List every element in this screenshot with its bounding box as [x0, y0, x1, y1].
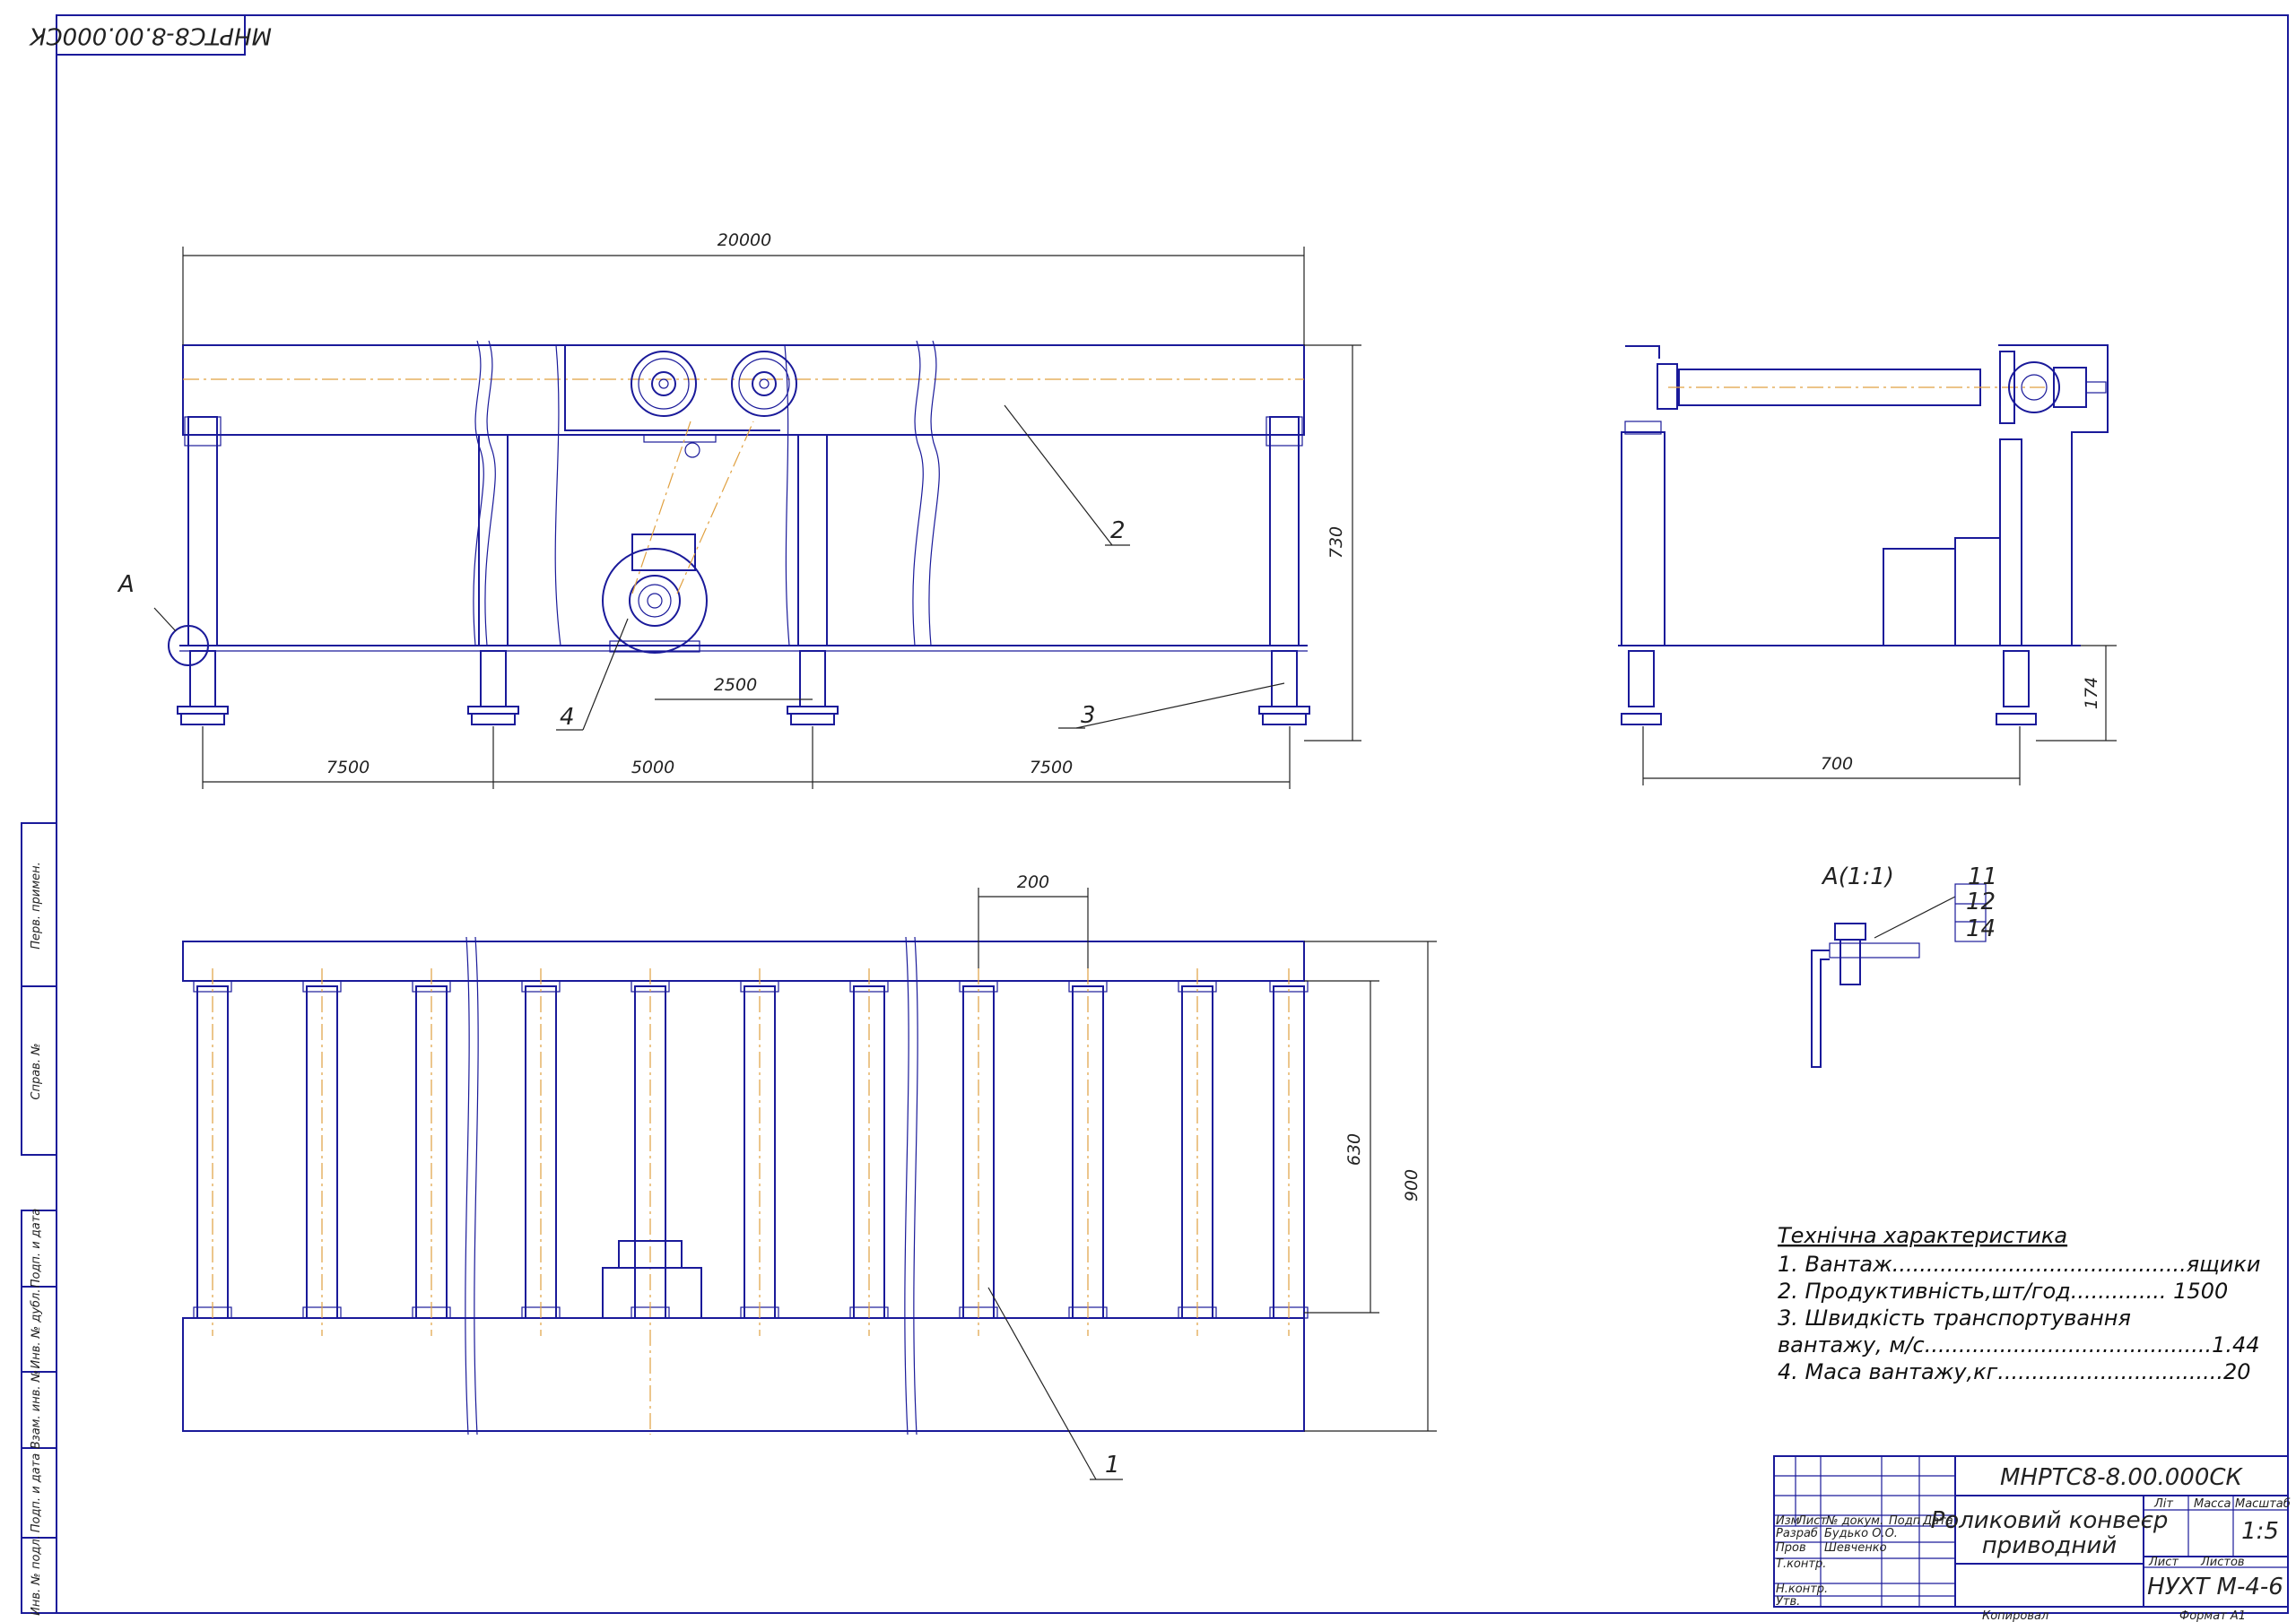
title-hdr-date: Дата — [1922, 1514, 1953, 1528]
dim-overall-length-text: 20000 — [718, 230, 771, 250]
dim-spans: 7500 5000 7500 — [202, 726, 1291, 789]
position-14: 14 — [1966, 915, 1996, 942]
title-name-line-2: приводний — [1982, 1532, 2117, 1559]
title-col-scale: Масштаб — [2235, 1497, 2291, 1511]
roller — [1178, 968, 1217, 1336]
dim-roller-length: 630 — [1304, 980, 1379, 1314]
title-col-lit: Літ — [2153, 1497, 2173, 1511]
roller — [302, 968, 342, 1336]
plan-view: 200 630 900 1 — [182, 872, 1437, 1480]
dim-leg-height: 174 — [2036, 645, 2117, 742]
position-12: 12 — [1966, 889, 1996, 915]
side-stamp-orig-inv: Инв. № подл. — [30, 1535, 43, 1616]
dim-span-mid-text: 5000 — [631, 758, 674, 777]
position-4: 4 — [560, 704, 575, 731]
dim-roller-pitch: 200 — [978, 872, 1089, 968]
title-hdr-list: Лист — [1796, 1514, 1827, 1528]
roller — [959, 968, 998, 1336]
dim-span-left-text: 7500 — [326, 758, 370, 777]
title-role-dev: Разраб — [1776, 1527, 1818, 1540]
top-stamp-text: МНРТС8-8.00.000СК — [28, 22, 272, 49]
dim-side-width: 700 — [1642, 726, 2021, 785]
technical-specs: Технічна характеристика 1. Вантаж.......… — [1778, 1223, 2260, 1384]
position-2: 2 — [1110, 517, 1126, 544]
break-line — [484, 340, 496, 646]
title-format: Формат А1 — [2179, 1609, 2246, 1622]
dim-roller-pitch-text: 200 — [1017, 872, 1049, 892]
dim-height-text: 730 — [1326, 526, 1346, 559]
section-a-label: А(1:1) — [1821, 863, 1894, 890]
title-name-line-1: Роликовий конвеєр — [1931, 1507, 2169, 1534]
roller — [412, 968, 451, 1336]
roller — [631, 968, 670, 1435]
roller — [740, 968, 779, 1336]
dim-side-width-text: 700 — [1821, 754, 1853, 774]
break-line — [928, 340, 940, 646]
side-stamp-replace-inv: Взам. инв. № — [30, 1370, 43, 1449]
title-hdr-sign: Подп — [1889, 1514, 1921, 1528]
specs-line-2: 2. Продуктивність,шт/год.............. 1… — [1778, 1279, 2228, 1304]
title-sheet: Лист — [2148, 1556, 2179, 1569]
side-view: 700 174 — [1618, 344, 2117, 785]
title-col-mass: Масса — [2194, 1497, 2231, 1511]
side-stamp-sign-date-1: Подп. и дата — [30, 1209, 43, 1288]
plan-drive-unit — [602, 1240, 702, 1319]
break-line — [912, 340, 924, 646]
specs-title: Технічна характеристика — [1778, 1223, 2067, 1248]
title-role-ncontrol: Н.контр. — [1776, 1583, 1828, 1596]
specs-line-1: 1. Вантаж...............................… — [1778, 1252, 2260, 1277]
title-role-check: Пров — [1776, 1541, 1806, 1555]
roller — [521, 968, 561, 1336]
title-block: МНРТС8-8.00.000СК Роликовий конвеєр прив… — [1773, 1455, 2291, 1622]
roller — [193, 968, 232, 1336]
side-stamp-dup-inv: Инв. № дубл. — [30, 1289, 43, 1369]
specs-line-5: 4. Маса вантажу,кг......................… — [1778, 1359, 2251, 1384]
dim-leg-height-text: 174 — [2082, 677, 2101, 709]
title-role-approve: Утв. — [1776, 1595, 1800, 1609]
title-name-check: Шевченко — [1824, 1541, 1887, 1555]
side-stamp-first-use: Перв. примен. — [30, 862, 43, 950]
legs — [184, 416, 1303, 646]
dim-roller-length-text: 630 — [1344, 1133, 1364, 1166]
roller — [1269, 968, 1309, 1336]
section-a-detail: А(1:1) 11 12 14 — [1811, 863, 1997, 1068]
title-scale: 1:5 — [2241, 1518, 2279, 1545]
side-stamp-sign-date-2: Подп. и дата — [30, 1453, 43, 1533]
top-stamp: МНРТС8-8.00.000СК — [28, 14, 272, 56]
dim-span-right-text: 7500 — [1030, 758, 1073, 777]
position-1: 1 — [1105, 1452, 1120, 1479]
title-copied: Копировал — [1982, 1609, 2048, 1622]
roller — [1068, 968, 1108, 1336]
dim-overall-length: 20000 — [182, 230, 1305, 345]
title-hdr-izm: Изм — [1776, 1514, 1800, 1528]
detail-callout-letter: А — [117, 571, 135, 598]
title-sheets: Листов — [2200, 1556, 2245, 1569]
roller — [849, 968, 889, 1336]
rollers — [193, 968, 1309, 1435]
title-code: МНРТС8-8.00.000СК — [2000, 1464, 2244, 1491]
position-11: 11 — [1968, 863, 1997, 890]
side-stamp-column: Перв. примен. Справ. № Подп. и дата Инв.… — [21, 822, 57, 1616]
front-view: А 20000 730 2500 7500 5000 7500 2 3 4 — [117, 230, 1361, 789]
title-name-dev: Будько О.О. — [1824, 1527, 1898, 1540]
position-3: 3 — [1081, 702, 1096, 729]
drive-motor — [602, 533, 708, 654]
title-org: НУХТ М-4-6 — [2147, 1574, 2283, 1600]
drawing-sheet: МНРТС8-8.00.000СК Перв. примен. Справ. №… — [21, 14, 2291, 1622]
specs-line-4: вантажу, м/с............................… — [1778, 1332, 2260, 1357]
side-stamp-ref-no: Справ. № — [30, 1043, 43, 1099]
dim-drive-span: 2500 — [655, 675, 813, 700]
dim-height: 730 — [1304, 344, 1361, 742]
title-role-tcontrol: Т.контр. — [1776, 1557, 1826, 1571]
dim-plan-width-text: 900 — [1402, 1169, 1422, 1201]
upper-sprocket-left — [631, 351, 697, 417]
title-hdr-doc: № докум. — [1825, 1514, 1883, 1528]
dim-drive-span-text: 2500 — [714, 675, 757, 695]
specs-line-3: 3. Швидкість транспортування — [1778, 1305, 2131, 1331]
